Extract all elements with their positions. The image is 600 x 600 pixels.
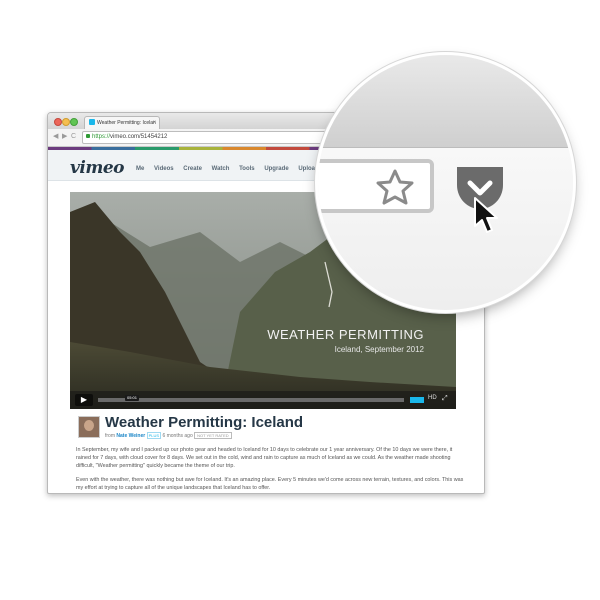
nav-upgrade[interactable]: Upgrade [264,166,288,172]
lock-icon [86,134,90,138]
site-nav: Me Videos Create Watch Tools Upgrade Upl… [136,166,327,172]
volume-bar[interactable] [410,397,424,403]
video-overlay-title: WEATHER PERMITTING [267,327,424,342]
minimize-window-button[interactable] [62,118,70,126]
magnifier-callout [318,55,573,310]
zoom-window-button[interactable] [70,118,78,126]
browser-tab[interactable]: Weather Permitting: Icelan × [84,116,160,130]
nav-create[interactable]: Create [183,166,202,172]
byline: from Nate Weiner PLUS 6 months ago NOT Y… [105,432,232,439]
magnified-titlebar [318,55,573,147]
nav-upload[interactable]: Upload [298,166,318,172]
description-paragraph: Even with the weather, there was nothing… [76,477,464,491]
nav-watch[interactable]: Watch [212,166,230,172]
vimeo-favicon-icon [89,119,95,125]
url-scheme: https:// [92,134,111,140]
plus-badge: PLUS [146,432,162,439]
forward-button[interactable]: ▶ [62,131,67,143]
video-overlay-subtitle: Iceland, September 2012 [334,345,424,354]
vimeo-logo[interactable]: vimeo [70,158,124,178]
nav-me[interactable]: Me [136,166,144,172]
byline-from: from [105,433,115,439]
avatar[interactable] [78,416,100,438]
posted-time: 6 months ago [162,433,193,439]
player-controls: ▶ 05:01 HD ⤢ [70,391,456,409]
nav-videos[interactable]: Videos [154,166,174,172]
progress-bar[interactable]: 05:01 [98,395,404,402]
url-path: vimeo.com/51454212 [110,134,168,140]
description-paragraph: In September, my wife and I packed up ou… [76,447,453,469]
rating-badge: NOT YET RATED [194,432,232,439]
back-button[interactable]: ◀ [53,131,58,143]
hd-button[interactable]: HD [428,395,437,401]
page-title: Weather Permitting: Iceland [105,414,304,431]
close-window-button[interactable] [54,118,62,126]
time-badge: 05:01 [125,395,140,401]
play-button[interactable]: ▶ [75,394,93,406]
author-link[interactable]: Nate Weiner [116,433,145,439]
star-icon[interactable] [373,167,417,207]
fullscreen-icon[interactable]: ⤢ [442,395,448,403]
nav-tools[interactable]: Tools [239,166,255,172]
tab-title: Weather Permitting: Icelan [97,120,156,126]
reload-button[interactable]: C [71,131,76,143]
cursor-icon [474,197,498,233]
